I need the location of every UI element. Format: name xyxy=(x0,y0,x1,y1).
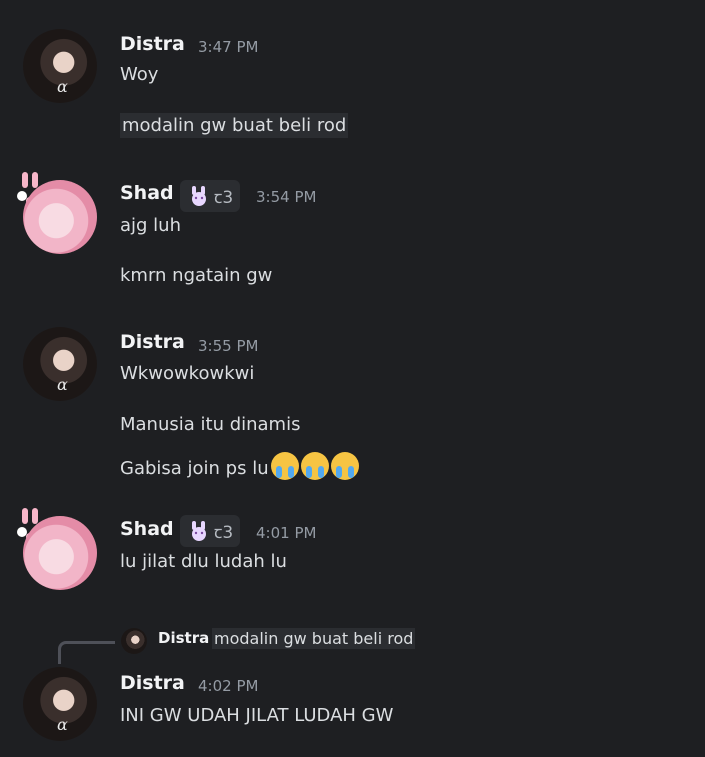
username[interactable]: Shad xyxy=(120,518,174,540)
reply-avatar[interactable] xyxy=(121,628,147,654)
message-text: modalin gw buat beli rod xyxy=(120,113,349,138)
username[interactable]: Distra xyxy=(120,672,185,694)
crying-face-icon xyxy=(270,452,299,480)
message-text: Manusia itu dinamis xyxy=(120,414,301,435)
message-text: ajg luh xyxy=(120,215,181,236)
avatar[interactable] xyxy=(23,327,97,401)
message-text: lu jilat dlu ludah lu xyxy=(120,551,287,572)
timestamp: 3:54 PM xyxy=(256,188,317,206)
status-badge[interactable]: ꞇ3 xyxy=(180,515,240,547)
crying-face-icon xyxy=(300,452,329,480)
badge-text: ꞇ3 xyxy=(214,523,234,543)
timestamp: 3:55 PM xyxy=(198,337,259,355)
message-text: Gabisa join ps lu xyxy=(120,458,269,479)
avatar[interactable] xyxy=(23,516,97,590)
username[interactable]: Shad xyxy=(120,182,174,204)
message-text: Wkwowkowkwi xyxy=(120,363,255,384)
timestamp: 4:02 PM xyxy=(198,677,259,695)
avatar[interactable] xyxy=(23,180,97,254)
username[interactable]: Distra xyxy=(120,33,185,55)
bunny-badge-icon xyxy=(192,521,206,541)
message-text: Woy xyxy=(120,64,159,85)
message-text: INI GW UDAH JILAT LUDAH GW xyxy=(120,705,394,726)
reply-preview[interactable]: modalin gw buat beli rod xyxy=(212,628,416,649)
timestamp: 3:47 PM xyxy=(198,38,259,56)
avatar[interactable] xyxy=(23,667,97,741)
reply-username[interactable]: Distra xyxy=(158,629,209,647)
message-text: kmrn ngatain gw xyxy=(120,265,273,286)
status-badge[interactable]: ꞇ3 xyxy=(180,180,240,212)
reply-connector xyxy=(58,641,115,664)
badge-text: ꞇ3 xyxy=(214,188,234,208)
bunny-badge-icon xyxy=(192,186,206,206)
crying-face-icon xyxy=(330,452,359,480)
username[interactable]: Distra xyxy=(120,331,185,353)
timestamp: 4:01 PM xyxy=(256,524,317,542)
avatar[interactable] xyxy=(23,29,97,103)
